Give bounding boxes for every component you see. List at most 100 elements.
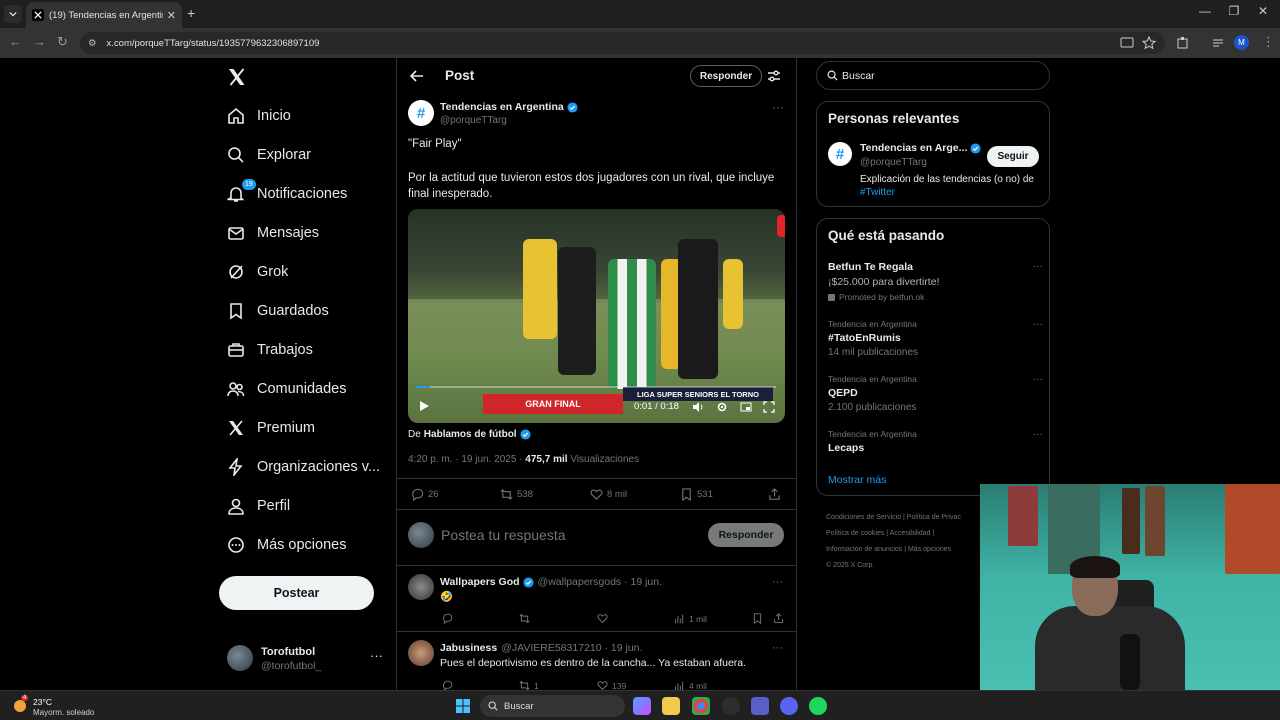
nav-comunidades[interactable]: Comunidades	[215, 371, 346, 407]
fullscreen-icon[interactable]	[763, 401, 775, 413]
reading-list-icon[interactable]	[1211, 36, 1225, 50]
repost-action[interactable]	[519, 613, 534, 624]
play-icon[interactable]	[418, 400, 430, 412]
account-switcher[interactable]: Torofutbol @torofutbol_ ···	[225, 640, 385, 680]
trend-item[interactable]: Betfun Te Regala ¡$25.000 para divertirt…	[828, 261, 1043, 302]
nav-mensajes[interactable]: Mensajes	[215, 215, 319, 251]
follow-button[interactable]: Seguir	[987, 146, 1039, 167]
relevant-name-row[interactable]: Tendencias en Arge...	[860, 142, 981, 154]
reload-icon[interactable]: ↻	[57, 34, 68, 50]
chrome-icon[interactable]	[692, 697, 710, 715]
app-icon[interactable]	[722, 697, 740, 715]
repost-action[interactable]: 538	[500, 488, 533, 501]
tab-close-icon[interactable]: ✕	[167, 9, 176, 22]
trend-item[interactable]: Tendencia en Argentina Lecaps ···	[828, 429, 1043, 454]
reply-action[interactable]	[442, 613, 457, 624]
nav-guardados[interactable]: Guardados	[215, 293, 329, 329]
views-action[interactable]: 1 mil	[674, 613, 707, 624]
close-window-button[interactable]: ✕	[1248, 4, 1278, 18]
like-action[interactable]: 139	[597, 680, 626, 690]
show-more-link[interactable]: Mostrar más	[828, 474, 886, 486]
reply-tweet[interactable]: Wallpapers God @wallpapersgods · 19 jun.…	[397, 566, 796, 632]
nav-inicio[interactable]: Inicio	[215, 98, 291, 134]
tab-list-button[interactable]	[4, 5, 22, 23]
header-responder-button[interactable]: Responder	[690, 65, 762, 87]
trend-item[interactable]: Tendencia en Argentina #TatoEnRumis 14 m…	[828, 319, 1043, 358]
share-action[interactable]	[768, 488, 785, 501]
author-handle[interactable]: @porqueTTarg	[440, 115, 507, 126]
cast-icon[interactable]	[1120, 36, 1134, 50]
tweet-more-icon[interactable]: ···	[772, 100, 784, 114]
reply-author-name[interactable]: Wallpapers God	[440, 576, 520, 588]
back-icon[interactable]: ←	[9, 34, 22, 49]
author-name-link[interactable]: Tendencias en Argentina	[440, 101, 578, 113]
forward-icon[interactable]: →	[33, 34, 46, 49]
postear-button[interactable]: Postear	[219, 576, 374, 610]
restore-button[interactable]: ❐	[1219, 4, 1249, 18]
volume-icon[interactable]	[692, 401, 704, 413]
nav-perfil[interactable]: Perfil	[215, 488, 290, 524]
sliders-icon[interactable]	[767, 69, 781, 83]
views-action[interactable]: 4 mil	[674, 680, 707, 690]
nav-premium[interactable]: Premium	[215, 410, 315, 446]
video-player[interactable]: LIGA SUPER SENIORS EL TORNO GRAN FINAL 0…	[408, 209, 785, 423]
trend-more-icon[interactable]: ···	[1033, 374, 1043, 385]
timestamp[interactable]: 4:20 p. m. · 19 jun. 2025 ·	[408, 454, 525, 465]
browser-tab[interactable]: (19) Tendencias en Argentina en X ✕	[26, 2, 182, 28]
windows-start-icon[interactable]	[455, 698, 471, 714]
share-action[interactable]	[773, 613, 788, 624]
like-action[interactable]: 8 mil	[590, 488, 627, 501]
reply-action[interactable]: 26	[411, 488, 439, 501]
nav-grok[interactable]: Grok	[215, 254, 288, 290]
reply-input[interactable]: Postea tu respuesta	[441, 527, 566, 543]
weather-widget[interactable]: 4 23°C Mayorm. soleado	[12, 694, 122, 718]
nav-notificaciones[interactable]: 19 Notificaciones	[215, 176, 347, 212]
bookmark-star-icon[interactable]	[1142, 36, 1156, 50]
bio-hashtag-link[interactable]: #Twitter	[860, 187, 895, 198]
promoted-label: Promoted by betfun.ok	[828, 292, 1043, 302]
reply-submit-button[interactable]: Responder	[708, 523, 784, 547]
like-action[interactable]	[597, 613, 612, 624]
reply-tweet[interactable]: Jabusiness @JAVIERE58317210 · 19 jun. ··…	[397, 632, 796, 690]
reply-author-name[interactable]: Jabusiness	[440, 642, 497, 654]
spotify-icon[interactable]	[809, 697, 827, 715]
file-explorer-icon[interactable]	[662, 697, 680, 715]
bookmark-action[interactable]	[752, 613, 767, 624]
nav-explorar[interactable]: Explorar	[215, 137, 311, 173]
settings-gear-icon[interactable]	[716, 401, 728, 413]
repost-action[interactable]: 1	[519, 680, 539, 690]
reply-more-icon[interactable]: ···	[772, 576, 783, 588]
minimize-button[interactable]: —	[1190, 4, 1220, 18]
address-bar[interactable]: ⚙ x.com/porqueTTarg/status/1935779632306…	[80, 32, 1165, 54]
discord-icon[interactable]	[780, 697, 798, 715]
site-info-icon[interactable]: ⚙	[88, 38, 97, 49]
hashtag-avatar-icon[interactable]: #	[408, 100, 434, 126]
trend-more-icon[interactable]: ···	[1033, 429, 1043, 440]
back-arrow-icon[interactable]	[409, 68, 425, 84]
author-name: Tendencias en Argentina	[440, 101, 564, 113]
bookmark-action[interactable]: 531	[680, 488, 713, 501]
teams-icon[interactable]	[751, 697, 769, 715]
x-logo-icon[interactable]	[227, 67, 247, 87]
taskbar-search[interactable]: Buscar	[480, 695, 625, 717]
more-dots-icon[interactable]: ···	[370, 648, 383, 663]
hashtag-avatar-icon[interactable]: #	[828, 142, 852, 166]
search-input[interactable]: Buscar	[816, 61, 1050, 90]
nav-trabajos[interactable]: Trabajos	[215, 332, 313, 368]
extensions-icon[interactable]	[1176, 36, 1190, 50]
reply-action[interactable]	[442, 680, 457, 690]
from-name[interactable]: Hablamos de fútbol	[424, 429, 517, 440]
nav-organizaciones[interactable]: Organizaciones v...	[215, 449, 380, 485]
trend-item[interactable]: Tendencia en Argentina QEPD 2.100 public…	[828, 374, 1043, 413]
trend-more-icon[interactable]: ···	[1033, 261, 1043, 272]
copilot-icon[interactable]	[633, 697, 651, 715]
menu-dots-icon[interactable]: ⋮	[1262, 34, 1275, 50]
reply-more-icon[interactable]: ···	[772, 642, 783, 654]
pip-icon[interactable]	[740, 401, 752, 413]
new-tab-button[interactable]: +	[187, 5, 195, 21]
trend-more-icon[interactable]: ···	[1033, 319, 1043, 330]
video-progress-bar[interactable]	[416, 386, 776, 388]
nav-mas-opciones[interactable]: Más opciones	[215, 527, 346, 563]
relevant-account[interactable]: # Tendencias en Arge... @porqueTTarg Exp…	[828, 142, 1043, 202]
profile-avatar[interactable]: M	[1234, 35, 1249, 50]
